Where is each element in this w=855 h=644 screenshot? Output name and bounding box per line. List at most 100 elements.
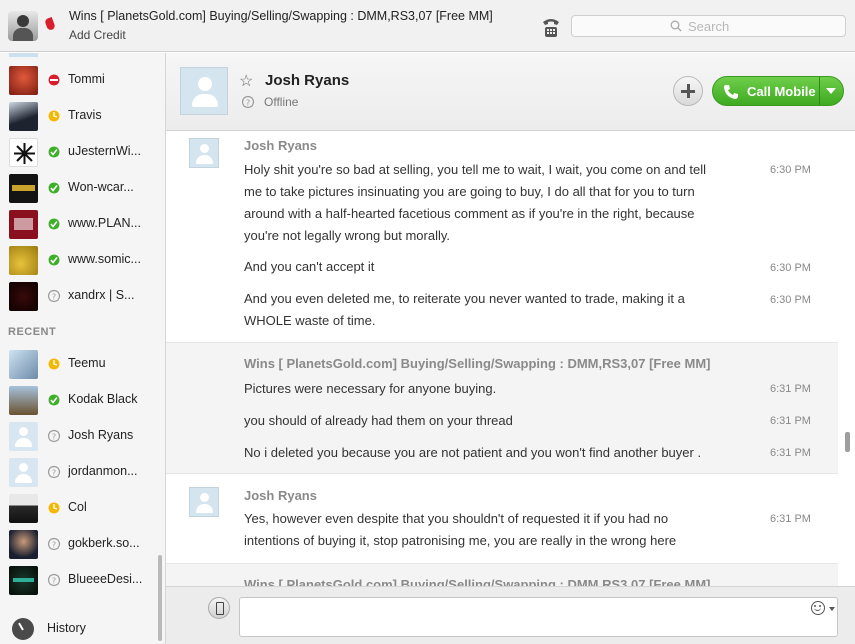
add-participant-button[interactable] [673, 76, 703, 106]
call-mobile-button[interactable]: Call Mobile [712, 76, 844, 106]
contact-avatar [9, 386, 38, 415]
recent-header: RECENT [8, 326, 57, 338]
message-group: Josh Ryans Yes, however even despite tha… [166, 474, 838, 563]
contact-name: Col [68, 500, 87, 514]
message-text: Yes, however even despite that you shoul… [244, 511, 677, 548]
message-avatar [189, 487, 219, 517]
dial-pad-icon[interactable] [541, 16, 561, 38]
sidebar-contact[interactable]: Travis [0, 98, 154, 134]
contact-name: xandrx | S... [68, 288, 135, 302]
message-sender: Josh Ryans [244, 138, 317, 153]
contact-name: Teemu [68, 356, 106, 370]
message-text: Holy shit you're so bad at selling, you … [244, 162, 707, 243]
contact-name: Kodak Black [68, 392, 138, 406]
contact-name: gokberk.so... [68, 536, 140, 550]
status-away-icon [48, 110, 60, 122]
contact-avatar [9, 494, 38, 523]
add-credit-link[interactable]: Add Credit [69, 28, 126, 42]
clock-icon [12, 618, 34, 640]
top-bar: Wins [ PlanetsGold.com] Buying/Selling/S… [0, 0, 855, 52]
status-away-icon [48, 358, 60, 370]
contact-name: jordanmon... [68, 464, 138, 478]
sidebar: Tommi Travis uJesternWi... Won-wcar... w… [0, 53, 166, 644]
composer [166, 586, 855, 644]
contact-avatar [9, 102, 38, 131]
message-time: 6:31 PM [770, 447, 811, 459]
status-away-icon [48, 502, 60, 514]
sms-mode-button[interactable] [208, 597, 230, 619]
sidebar-contact[interactable]: Tommi [0, 62, 154, 98]
sidebar-recent-contact[interactable]: ? gokberk.so... [0, 526, 154, 562]
sidebar-contact[interactable]: Won-wcar... [0, 170, 154, 206]
chat-contact-status: Offline [264, 95, 299, 109]
message-group: Wins [ PlanetsGold.com] Buying/Selling/S… [166, 563, 838, 586]
favorite-star-icon[interactable]: ☆ [239, 71, 253, 91]
contact-avatar [9, 174, 38, 203]
status-offline-icon: ? [47, 429, 61, 443]
contact-name: uJesternWi... [68, 144, 141, 158]
svg-text:?: ? [52, 433, 56, 442]
chat-header: ☆ Josh Ryans ? Offline Call Mobile [166, 53, 855, 131]
contact-avatar [9, 422, 38, 451]
message-sender: Wins [ PlanetsGold.com] Buying/Selling/S… [244, 356, 711, 371]
search-box[interactable] [571, 15, 846, 37]
chat-contact-name: Josh Ryans [265, 72, 350, 89]
contact-avatar [9, 66, 38, 95]
message-scrollbar[interactable] [845, 432, 850, 452]
contact-name: Travis [68, 108, 102, 122]
message-input[interactable] [239, 597, 838, 637]
contact-avatar [9, 350, 38, 379]
message-text: And you can't accept it [244, 259, 375, 274]
message-text: you should of already had them on your t… [244, 413, 513, 428]
status-online-icon [48, 394, 60, 406]
message-time: 6:31 PM [770, 415, 811, 427]
sidebar-recent-contact[interactable]: ? Josh Ryans [0, 418, 154, 454]
contact-name: Josh Ryans [68, 428, 134, 442]
sidebar-contact[interactable]: www.PLAN... [0, 206, 154, 242]
sidebar-scrollbar[interactable] [158, 555, 162, 641]
message-list[interactable]: Josh Ryans Holy shit you're so bad at se… [166, 131, 855, 586]
search-input[interactable] [688, 17, 838, 35]
sidebar-contact[interactable]: uJesternWi... [0, 134, 154, 170]
contact-avatar [9, 530, 38, 559]
history-button[interactable]: History [0, 613, 154, 643]
svg-text:?: ? [52, 293, 56, 302]
sidebar-contact[interactable]: ? xandrx | S... [0, 278, 154, 314]
call-mobile-label: Call Mobile [747, 84, 816, 99]
search-icon [670, 20, 682, 32]
message-time: 6:30 PM [770, 262, 811, 274]
emoji-icon[interactable] [811, 601, 825, 615]
status-online-icon [48, 254, 60, 266]
sidebar-contact[interactable]: www.somic... [0, 242, 154, 278]
status-offline-icon: ? [47, 573, 61, 587]
contact-avatar [9, 282, 38, 311]
message-text: Pictures were necessary for anyone buyin… [244, 381, 497, 396]
contact-avatar [9, 246, 38, 275]
svg-text:?: ? [52, 469, 56, 478]
sidebar-recent-contact[interactable]: Teemu [0, 346, 154, 382]
status-offline-icon: ? [47, 537, 61, 551]
message-sender: Wins [ PlanetsGold.com] Buying/Selling/S… [244, 577, 711, 586]
self-status-icon[interactable] [44, 16, 56, 32]
svg-text:?: ? [246, 99, 250, 108]
contact-name: BlueeeDesi... [68, 572, 143, 586]
self-avatar[interactable] [8, 11, 38, 41]
sidebar-recent-contact[interactable]: ? BlueeeDesi... [0, 562, 154, 598]
self-display-name[interactable]: Wins [ PlanetsGold.com] Buying/Selling/S… [69, 9, 493, 23]
message-avatar [189, 138, 219, 168]
sidebar-recent-contact[interactable]: Kodak Black [0, 382, 154, 418]
chevron-down-icon[interactable] [829, 607, 835, 611]
message-text: And you even deleted me, to reiterate yo… [244, 291, 685, 328]
contact-avatar [9, 566, 38, 595]
contact-name: www.PLAN... [68, 216, 141, 230]
status-online-icon [48, 146, 60, 158]
contact-avatar-partial [9, 53, 38, 57]
message-text: No i deleted you because you are not pat… [244, 445, 702, 460]
sidebar-recent-contact[interactable]: ? jordanmon... [0, 454, 154, 490]
sidebar-recent-contact[interactable]: Col [0, 490, 154, 526]
chat-contact-avatar[interactable] [180, 67, 228, 115]
contact-name: www.somic... [68, 252, 141, 266]
chevron-down-icon[interactable] [826, 88, 836, 94]
contact-name: Tommi [68, 72, 105, 86]
status-online-icon [48, 218, 60, 230]
